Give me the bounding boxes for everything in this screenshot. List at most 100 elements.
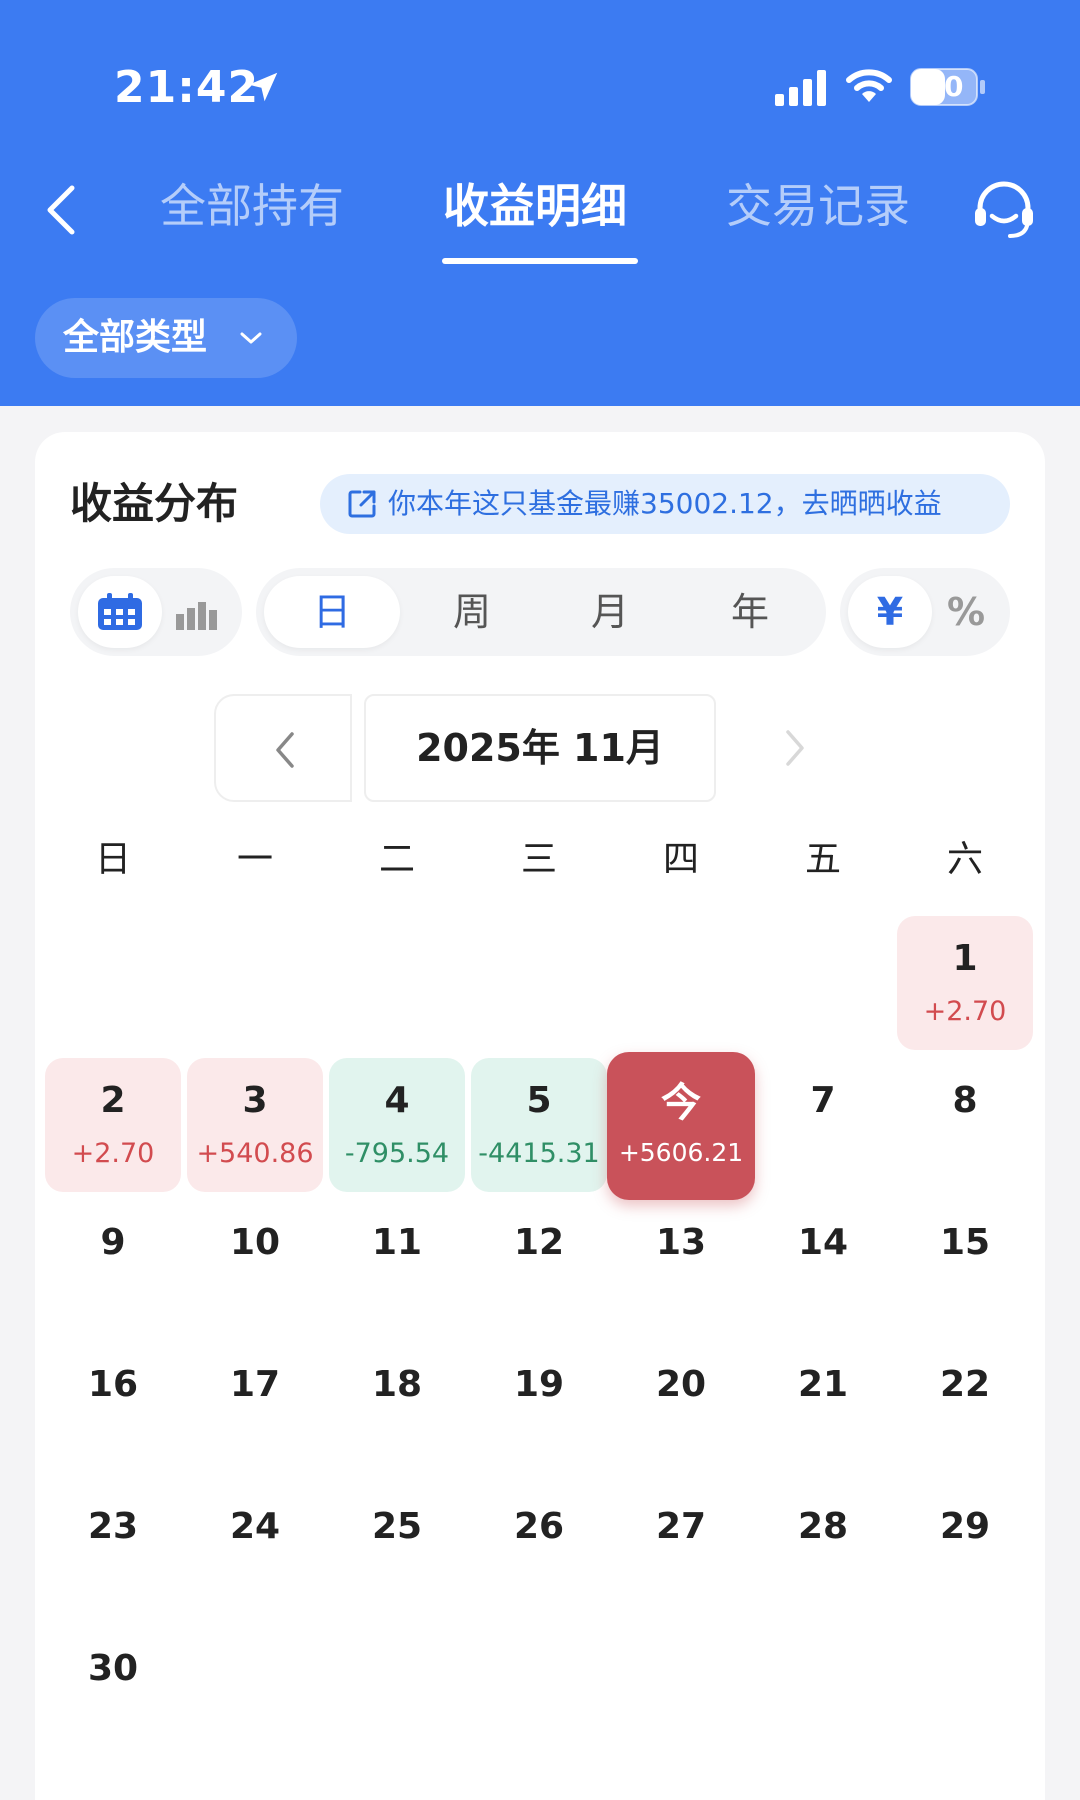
unit-percent[interactable]: % xyxy=(934,568,998,656)
day-number: 18 xyxy=(371,1364,423,1405)
calendar-day[interactable]: 28 xyxy=(755,1484,891,1618)
unit-toggle: ¥ % xyxy=(840,568,1010,656)
calendar-day[interactable]: 4 -795.54 xyxy=(329,1058,465,1192)
share-earnings-text: 你本年这只基金最赚35002.12，去晒晒收益 xyxy=(388,487,942,520)
day-number: 14 xyxy=(797,1222,849,1263)
period-toggle: 日 周 月 年 xyxy=(256,568,826,656)
day-number: 13 xyxy=(655,1222,707,1263)
bar-chart-view-icon[interactable] xyxy=(174,596,218,632)
calendar-day[interactable]: 26 xyxy=(471,1484,607,1618)
weekday-label: 五 xyxy=(804,839,841,880)
day-number: 3 xyxy=(242,1080,268,1121)
calendar-day[interactable]: 16 xyxy=(45,1342,181,1476)
day-number: 12 xyxy=(513,1222,565,1263)
chevron-down-icon xyxy=(240,332,262,344)
day-number: 27 xyxy=(655,1506,707,1547)
month-label-box[interactable]: 2025年 11月 xyxy=(364,694,716,802)
battery-level: 50 xyxy=(924,70,964,103)
calendar-day[interactable]: 30 xyxy=(45,1626,181,1760)
day-number: 11 xyxy=(371,1222,423,1263)
day-earnings-value: -4415.31 xyxy=(478,1138,600,1169)
day-number: 15 xyxy=(939,1222,991,1263)
share-external-link-icon xyxy=(348,490,376,518)
day-number: 10 xyxy=(229,1222,281,1263)
day-number: 今 xyxy=(661,1080,701,1126)
active-tab-indicator xyxy=(442,258,638,264)
day-number: 16 xyxy=(87,1364,139,1405)
period-day[interactable]: 日 xyxy=(282,568,382,656)
day-number: 5 xyxy=(526,1080,552,1121)
card-title: 收益分布 xyxy=(70,479,239,528)
day-number: 23 xyxy=(87,1506,139,1547)
tab-earnings-detail[interactable]: 收益明细 xyxy=(443,174,627,238)
back-arrow-icon[interactable] xyxy=(38,182,84,238)
day-number: 21 xyxy=(797,1364,849,1405)
day-number: 20 xyxy=(655,1364,707,1405)
day-earnings-value: +5606.21 xyxy=(618,1138,744,1167)
calendar-day[interactable]: 1 +2.70 xyxy=(897,916,1033,1050)
calendar-day[interactable]: 20 xyxy=(613,1342,749,1476)
day-number: 4 xyxy=(384,1080,410,1121)
calendar-view-button[interactable] xyxy=(78,576,162,648)
calendar-day[interactable]: 25 xyxy=(329,1484,465,1618)
type-filter-label: 全部类型 xyxy=(63,317,208,358)
tab-transaction-records[interactable]: 交易记录 xyxy=(726,174,910,238)
day-number: 30 xyxy=(87,1648,139,1689)
calendar-day[interactable]: 5 -4415.31 xyxy=(471,1058,607,1192)
next-month-button[interactable] xyxy=(762,694,832,802)
view-mode-toggle xyxy=(70,568,242,656)
chevron-right-icon xyxy=(786,730,804,766)
calendar-day[interactable]: 7 xyxy=(755,1058,891,1192)
calendar-day[interactable]: 10 xyxy=(187,1200,323,1334)
calendar-day[interactable]: 23 xyxy=(45,1484,181,1618)
calendar-day[interactable]: 13 xyxy=(613,1200,749,1334)
calendar-day[interactable]: 17 xyxy=(187,1342,323,1476)
unit-amount[interactable]: ¥ xyxy=(858,568,922,656)
day-number: 29 xyxy=(939,1506,991,1547)
calendar-day[interactable]: 3 +540.86 xyxy=(187,1058,323,1192)
day-number: 9 xyxy=(100,1222,126,1263)
calendar-day[interactable]: 22 xyxy=(897,1342,1033,1476)
current-month-label: 2025年 11月 xyxy=(416,726,664,770)
day-earnings-value: +540.86 xyxy=(196,1138,314,1169)
calendar-day[interactable]: 18 xyxy=(329,1342,465,1476)
period-year[interactable]: 年 xyxy=(700,568,800,656)
period-week[interactable]: 周 xyxy=(422,568,522,656)
calendar-day[interactable]: 2 +2.70 xyxy=(45,1058,181,1192)
day-number: 7 xyxy=(810,1080,836,1121)
weekday-label: 六 xyxy=(946,839,983,880)
tab-all-holdings[interactable]: 全部持有 xyxy=(160,174,344,238)
calendar-day[interactable]: 21 xyxy=(755,1342,891,1476)
day-number: 22 xyxy=(939,1364,991,1405)
customer-service-headset-icon[interactable] xyxy=(970,178,1038,240)
type-filter-dropdown[interactable]: 全部类型 xyxy=(35,298,297,378)
calendar-day[interactable]: 24 xyxy=(187,1484,323,1618)
location-arrow-icon xyxy=(248,72,278,102)
calendar-day[interactable]: 27 xyxy=(613,1484,749,1618)
calendar-day[interactable]: 14 xyxy=(755,1200,891,1334)
prev-month-button[interactable] xyxy=(214,694,352,802)
calendar-day[interactable]: 19 xyxy=(471,1342,607,1476)
calendar-day[interactable]: 12 xyxy=(471,1200,607,1334)
weekday-label: 日 xyxy=(94,839,131,880)
day-earnings-value: -795.54 xyxy=(344,1138,450,1169)
status-time: 21:42 xyxy=(114,62,260,113)
day-number: 2 xyxy=(100,1080,126,1121)
weekday-label: 三 xyxy=(520,839,557,880)
calendar-day[interactable]: 11 xyxy=(329,1200,465,1334)
calendar-day[interactable]: 15 xyxy=(897,1200,1033,1334)
day-earnings-value: +2.70 xyxy=(923,996,1007,1027)
calendar-day[interactable]: 9 xyxy=(45,1200,181,1334)
day-earnings-value: +2.70 xyxy=(71,1138,155,1169)
weekday-label: 二 xyxy=(378,839,415,880)
calendar-day-today[interactable]: 今 +5606.21 xyxy=(607,1052,755,1200)
day-number: 1 xyxy=(952,938,978,979)
weekday-label: 一 xyxy=(236,839,273,880)
wifi-icon xyxy=(846,69,892,102)
calendar-day[interactable]: 8 xyxy=(897,1058,1033,1192)
period-month[interactable]: 月 xyxy=(560,568,660,656)
share-earnings-banner[interactable]: 你本年这只基金最赚35002.12，去晒晒收益 xyxy=(320,474,1010,534)
cellular-signal-icon xyxy=(775,70,826,106)
day-number: 24 xyxy=(229,1506,281,1547)
calendar-day[interactable]: 29 xyxy=(897,1484,1033,1618)
